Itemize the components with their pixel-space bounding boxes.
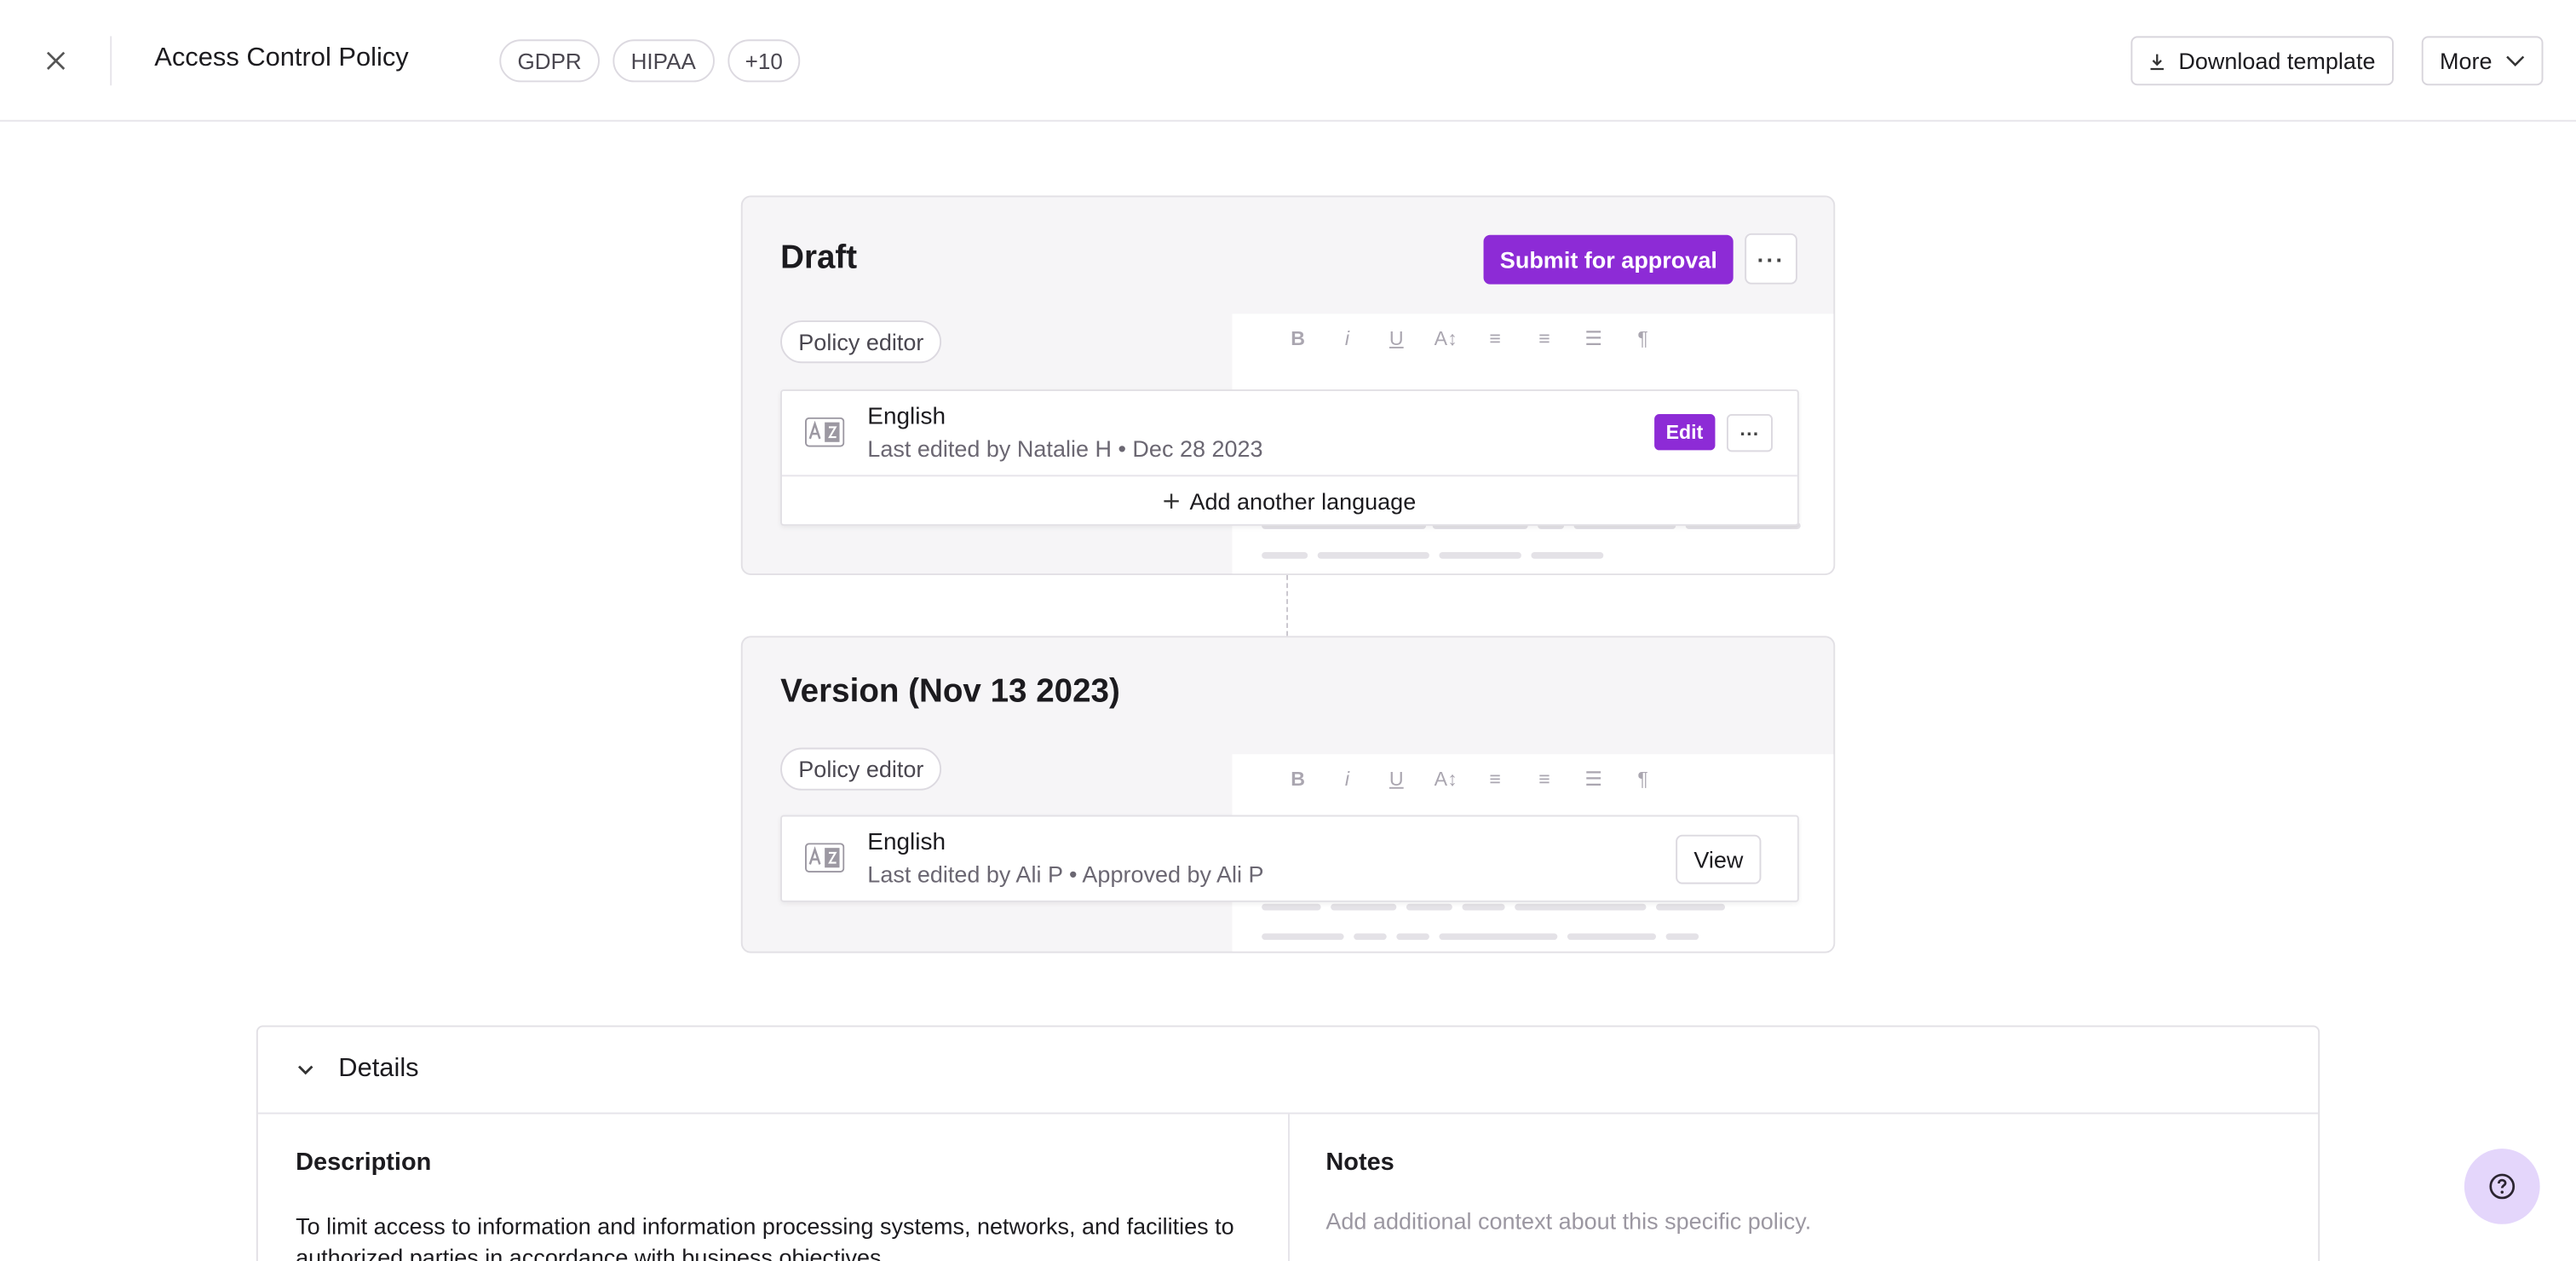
version-connector (1286, 575, 1289, 636)
skeleton-line (1531, 552, 1604, 559)
page-title: Access Control Policy (154, 44, 409, 72)
details-toggle[interactable]: Details (257, 1027, 2319, 1114)
policy-editor-pill: Policy editor (780, 747, 942, 791)
skeleton-line (1262, 552, 1308, 559)
close-button[interactable] (30, 35, 83, 88)
editor-toolbar: B i U A↕ ≡ ≡ ☰ ¶ (1285, 768, 1656, 791)
draft-more-button[interactable]: ··· (1745, 233, 1797, 285)
bold-icon: B (1291, 767, 1305, 791)
draft-language-row[interactable]: English Last edited by Natalie H • Dec 2… (782, 391, 1797, 476)
translate-icon (805, 417, 845, 447)
skeleton-line (1665, 933, 1699, 941)
underline-icon: U (1389, 767, 1404, 791)
top-header: Access Control Policy GDPR HIPAA +10 Dow… (0, 0, 2576, 122)
tag-hipaa[interactable]: HIPAA (612, 39, 715, 83)
edit-button[interactable]: Edit (1654, 414, 1715, 451)
bold-icon: B (1291, 326, 1305, 350)
chevron-down-icon (297, 1065, 313, 1075)
chevron-down-icon (2505, 55, 2525, 66)
details-title: Details (338, 1055, 419, 1083)
plus-icon (1164, 493, 1179, 509)
editor-toolbar: B i U A↕ ≡ ≡ ☰ ¶ (1285, 327, 1656, 350)
ellipsis-icon: ··· (1757, 245, 1785, 273)
text-size-icon: A↕ (1434, 326, 1458, 350)
description-text: To limit access to information and infor… (296, 1212, 1234, 1261)
skeleton-line (1567, 933, 1657, 941)
skeleton-line (1406, 903, 1452, 911)
skeleton-line (1515, 903, 1647, 911)
skeleton-line (1354, 933, 1387, 941)
skeleton-line (1656, 903, 1726, 911)
help-button[interactable] (2464, 1149, 2540, 1224)
translate-icon (805, 843, 845, 873)
header-divider (110, 36, 112, 86)
skeleton-line (1262, 933, 1344, 941)
close-icon (46, 51, 66, 70)
more-button[interactable]: More (2421, 36, 2544, 86)
list-icon: ☰ (1584, 767, 1603, 791)
skeleton-line (1331, 903, 1397, 911)
download-icon (2150, 53, 2164, 70)
skeleton-line (1439, 933, 1558, 941)
framework-tags: GDPR HIPAA +10 (499, 39, 802, 83)
download-template-label: Download template (2178, 47, 2376, 74)
help-icon (2489, 1173, 2516, 1200)
italic-icon: i (1344, 326, 1350, 350)
language-more-button[interactable]: ··· (1726, 414, 1773, 452)
align-center-icon: ≡ (1538, 326, 1550, 350)
list-icon: ☰ (1584, 326, 1603, 350)
view-button[interactable]: View (1676, 834, 1762, 884)
underline-icon: U (1389, 326, 1404, 350)
version-card: Version (Nov 13 2023) Policy editor B i … (740, 636, 1836, 953)
column-divider (1288, 1114, 1290, 1261)
add-language-label: Add another language (1189, 487, 1417, 515)
text-size-icon: A↕ (1434, 767, 1458, 791)
download-template-button[interactable]: Download template (2130, 36, 2394, 86)
draft-title: Draft (780, 239, 858, 277)
skeleton-line (1462, 903, 1505, 911)
policy-editor-pill: Policy editor (780, 320, 942, 364)
submit-for-approval-button[interactable]: Submit for approval (1483, 234, 1734, 285)
skeleton-line (1317, 552, 1429, 559)
language-meta: Last edited by Natalie H • Dec 28 2023 (867, 435, 1263, 462)
version-title: Version (Nov 13 2023) (780, 673, 1120, 711)
align-center-icon: ≡ (1538, 767, 1550, 791)
tag-more-count[interactable]: +10 (727, 39, 802, 83)
italic-icon: i (1344, 767, 1350, 791)
paragraph-icon: ¶ (1637, 767, 1648, 791)
draft-language-box: English Last edited by Natalie H • Dec 2… (780, 389, 1799, 527)
skeleton-line (1439, 552, 1521, 559)
align-left-icon: ≡ (1489, 326, 1501, 350)
paragraph-icon: ¶ (1637, 326, 1648, 350)
draft-card: Draft Submit for approval ··· Policy edi… (740, 195, 1836, 576)
language-name: English (867, 829, 946, 856)
language-name: English (867, 404, 946, 431)
skeleton-line (1396, 933, 1429, 941)
more-label: More (2439, 47, 2493, 74)
align-left-icon: ≡ (1489, 767, 1501, 791)
description-label: Description (296, 1149, 432, 1177)
tag-gdpr[interactable]: GDPR (499, 39, 600, 83)
skeleton-line (1262, 903, 1321, 911)
details-panel: Details Description To limit access to i… (256, 1025, 2320, 1261)
notes-label: Notes (1325, 1149, 1394, 1177)
add-language-button[interactable]: Add another language (782, 475, 1797, 526)
version-language-row[interactable]: English Last edited by Ali P • Approved … (782, 817, 1797, 902)
language-meta: Last edited by Ali P • Approved by Ali P (867, 861, 1264, 888)
version-language-box: English Last edited by Ali P • Approved … (780, 815, 1799, 902)
ellipsis-icon: ··· (1739, 421, 1760, 445)
notes-input[interactable] (1325, 1201, 2279, 1241)
